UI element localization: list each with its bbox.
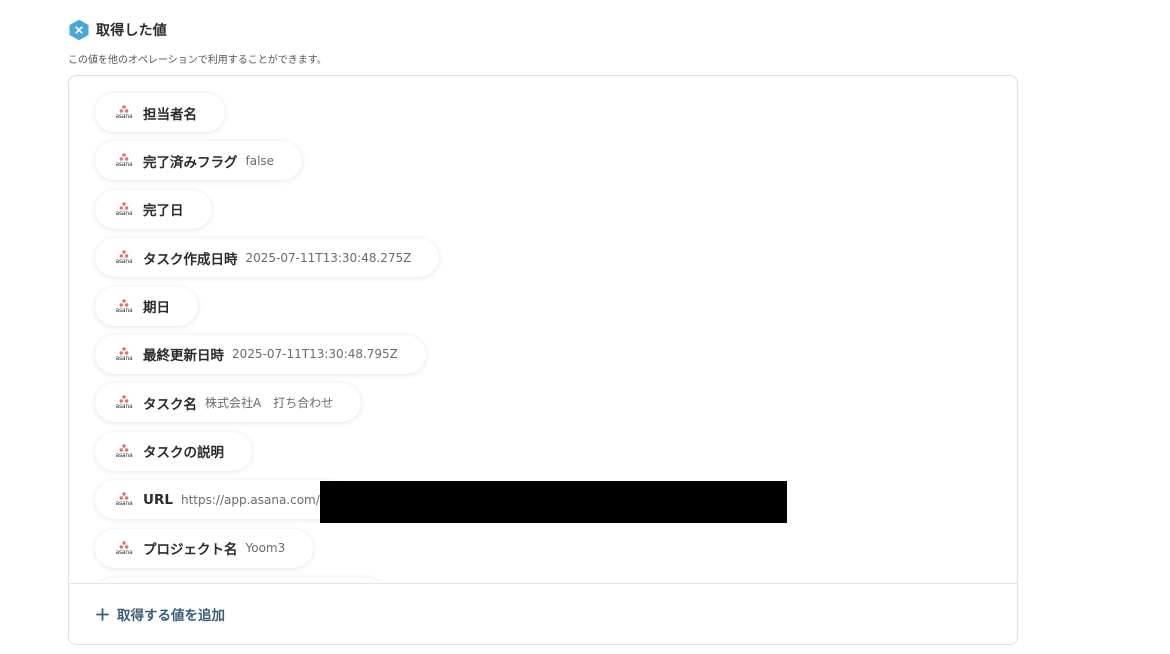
value-chip[interactable]: asana 最終更新日時 2025-07-11T13:30:48.795Z bbox=[95, 334, 426, 374]
value-row: asana タスクの説明 bbox=[95, 431, 439, 480]
value-row: asana 担当者名 bbox=[95, 93, 439, 141]
value-chip[interactable]: asana 期日 bbox=[95, 286, 198, 326]
value-label: プロジェクト名 bbox=[143, 542, 238, 559]
asana-logo-icon: asana bbox=[113, 298, 135, 314]
value-text: 2025-07-11T13:30:48.275Z bbox=[245, 250, 412, 265]
redaction-block bbox=[320, 481, 787, 523]
asana-dots-icon bbox=[119, 153, 129, 162]
value-text: https://app.asana.com/ bbox=[180, 492, 320, 507]
asana-wordmark: asana bbox=[115, 258, 133, 266]
value-chip[interactable]: asana URL https://app.asana.com/ bbox=[95, 480, 348, 520]
value-row: asana 完了日 bbox=[95, 189, 439, 238]
add-value-label: 取得する値を追加 bbox=[117, 608, 225, 624]
asana-logo-icon: asana bbox=[113, 202, 135, 217]
asana-dots-icon bbox=[119, 492, 129, 500]
value-text: 2025-07-11T13:30:48.795Z bbox=[232, 347, 398, 362]
value-chip[interactable]: asana 担当者名 bbox=[95, 93, 225, 132]
asana-logo-icon: asana bbox=[113, 105, 135, 120]
asana-wordmark: asana bbox=[115, 209, 133, 217]
asana-wordmark: asana bbox=[115, 354, 133, 362]
value-text: 株式会社A 打ち合わせ bbox=[205, 396, 334, 411]
value-label: 完了日 bbox=[143, 203, 184, 220]
asana-logo-icon: asana bbox=[113, 395, 135, 410]
asana-wordmark: asana bbox=[115, 451, 133, 459]
section-title: 取得した値 bbox=[96, 23, 167, 39]
asana-wordmark: asana bbox=[115, 113, 133, 120]
value-chip[interactable]: asana プロジェクト名 Yoom3 bbox=[95, 528, 314, 568]
value-label: 完了済みフラグ bbox=[143, 154, 238, 171]
value-label: URL bbox=[143, 491, 173, 508]
value-label: 最終更新日時 bbox=[143, 348, 224, 365]
asana-dots-icon bbox=[119, 347, 129, 355]
panel-footer: 取得する値を追加 bbox=[69, 583, 1017, 644]
value-row: asana タスク名 株式会社A 打ち合わせ bbox=[95, 383, 439, 431]
retrieved-values-panel: asana 担当者名 asana 完了済みフラグ false asana 完了日 asana タ… bbox=[68, 75, 1018, 645]
value-row: asana 期日 bbox=[95, 286, 439, 335]
value-label: 期日 bbox=[143, 300, 170, 317]
asana-dots-icon bbox=[119, 105, 129, 113]
asana-dots-icon bbox=[119, 444, 129, 452]
add-value-button[interactable]: 取得する値を追加 bbox=[96, 604, 225, 624]
asana-dots-icon bbox=[119, 395, 129, 404]
value-row: asana タスク作成日時 2025-07-11T13:30:48.275Z bbox=[95, 238, 440, 286]
value-chip[interactable]: asana タスク名 株式会社A 打ち合わせ bbox=[95, 383, 362, 423]
asana-wordmark: asana bbox=[115, 403, 133, 411]
asana-logo-icon: asana bbox=[113, 492, 135, 507]
value-label: 担当者名 bbox=[143, 106, 197, 123]
asana-logo-icon: asana bbox=[113, 540, 135, 556]
asana-logo-icon: asana bbox=[113, 444, 135, 459]
asana-dots-icon bbox=[119, 540, 129, 549]
value-chip[interactable]: asana 完了日 bbox=[95, 189, 212, 229]
section-header: 取得した値 bbox=[68, 19, 167, 41]
value-row: asana プロジェクト名 Yoom3 bbox=[95, 528, 439, 577]
value-row: asana 完了済みフラグ false bbox=[95, 141, 439, 189]
asana-wordmark: asana bbox=[115, 500, 133, 508]
value-label: タスクの説明 bbox=[143, 445, 224, 462]
asana-dots-icon bbox=[119, 250, 129, 258]
value-text: false bbox=[245, 153, 275, 168]
asana-dots-icon bbox=[119, 298, 129, 307]
plus-icon bbox=[96, 607, 109, 621]
section-description: この値を他のオペレーションで利用することができます。 bbox=[68, 55, 327, 66]
asana-wordmark: asana bbox=[115, 161, 133, 169]
value-label: タスク名 bbox=[143, 396, 197, 413]
value-row: asana 最終更新日時 2025-07-11T13:30:48.795Z bbox=[95, 334, 439, 383]
value-text: Yoom3 bbox=[245, 541, 286, 556]
asana-wordmark: asana bbox=[115, 548, 133, 556]
value-label: タスク作成日時 bbox=[143, 251, 238, 268]
value-chip[interactable]: asana タスクの説明 bbox=[95, 431, 252, 471]
asana-logo-icon: asana bbox=[113, 250, 135, 265]
variable-x-icon bbox=[69, 19, 89, 41]
asana-logo-icon: asana bbox=[113, 347, 135, 362]
value-chip[interactable]: asana タスク作成日時 2025-07-11T13:30:48.275Z bbox=[95, 238, 440, 278]
asana-dots-icon bbox=[119, 202, 129, 210]
asana-wordmark: asana bbox=[115, 306, 133, 314]
value-chip[interactable]: asana 完了済みフラグ false bbox=[95, 141, 303, 181]
asana-logo-icon: asana bbox=[113, 153, 135, 168]
